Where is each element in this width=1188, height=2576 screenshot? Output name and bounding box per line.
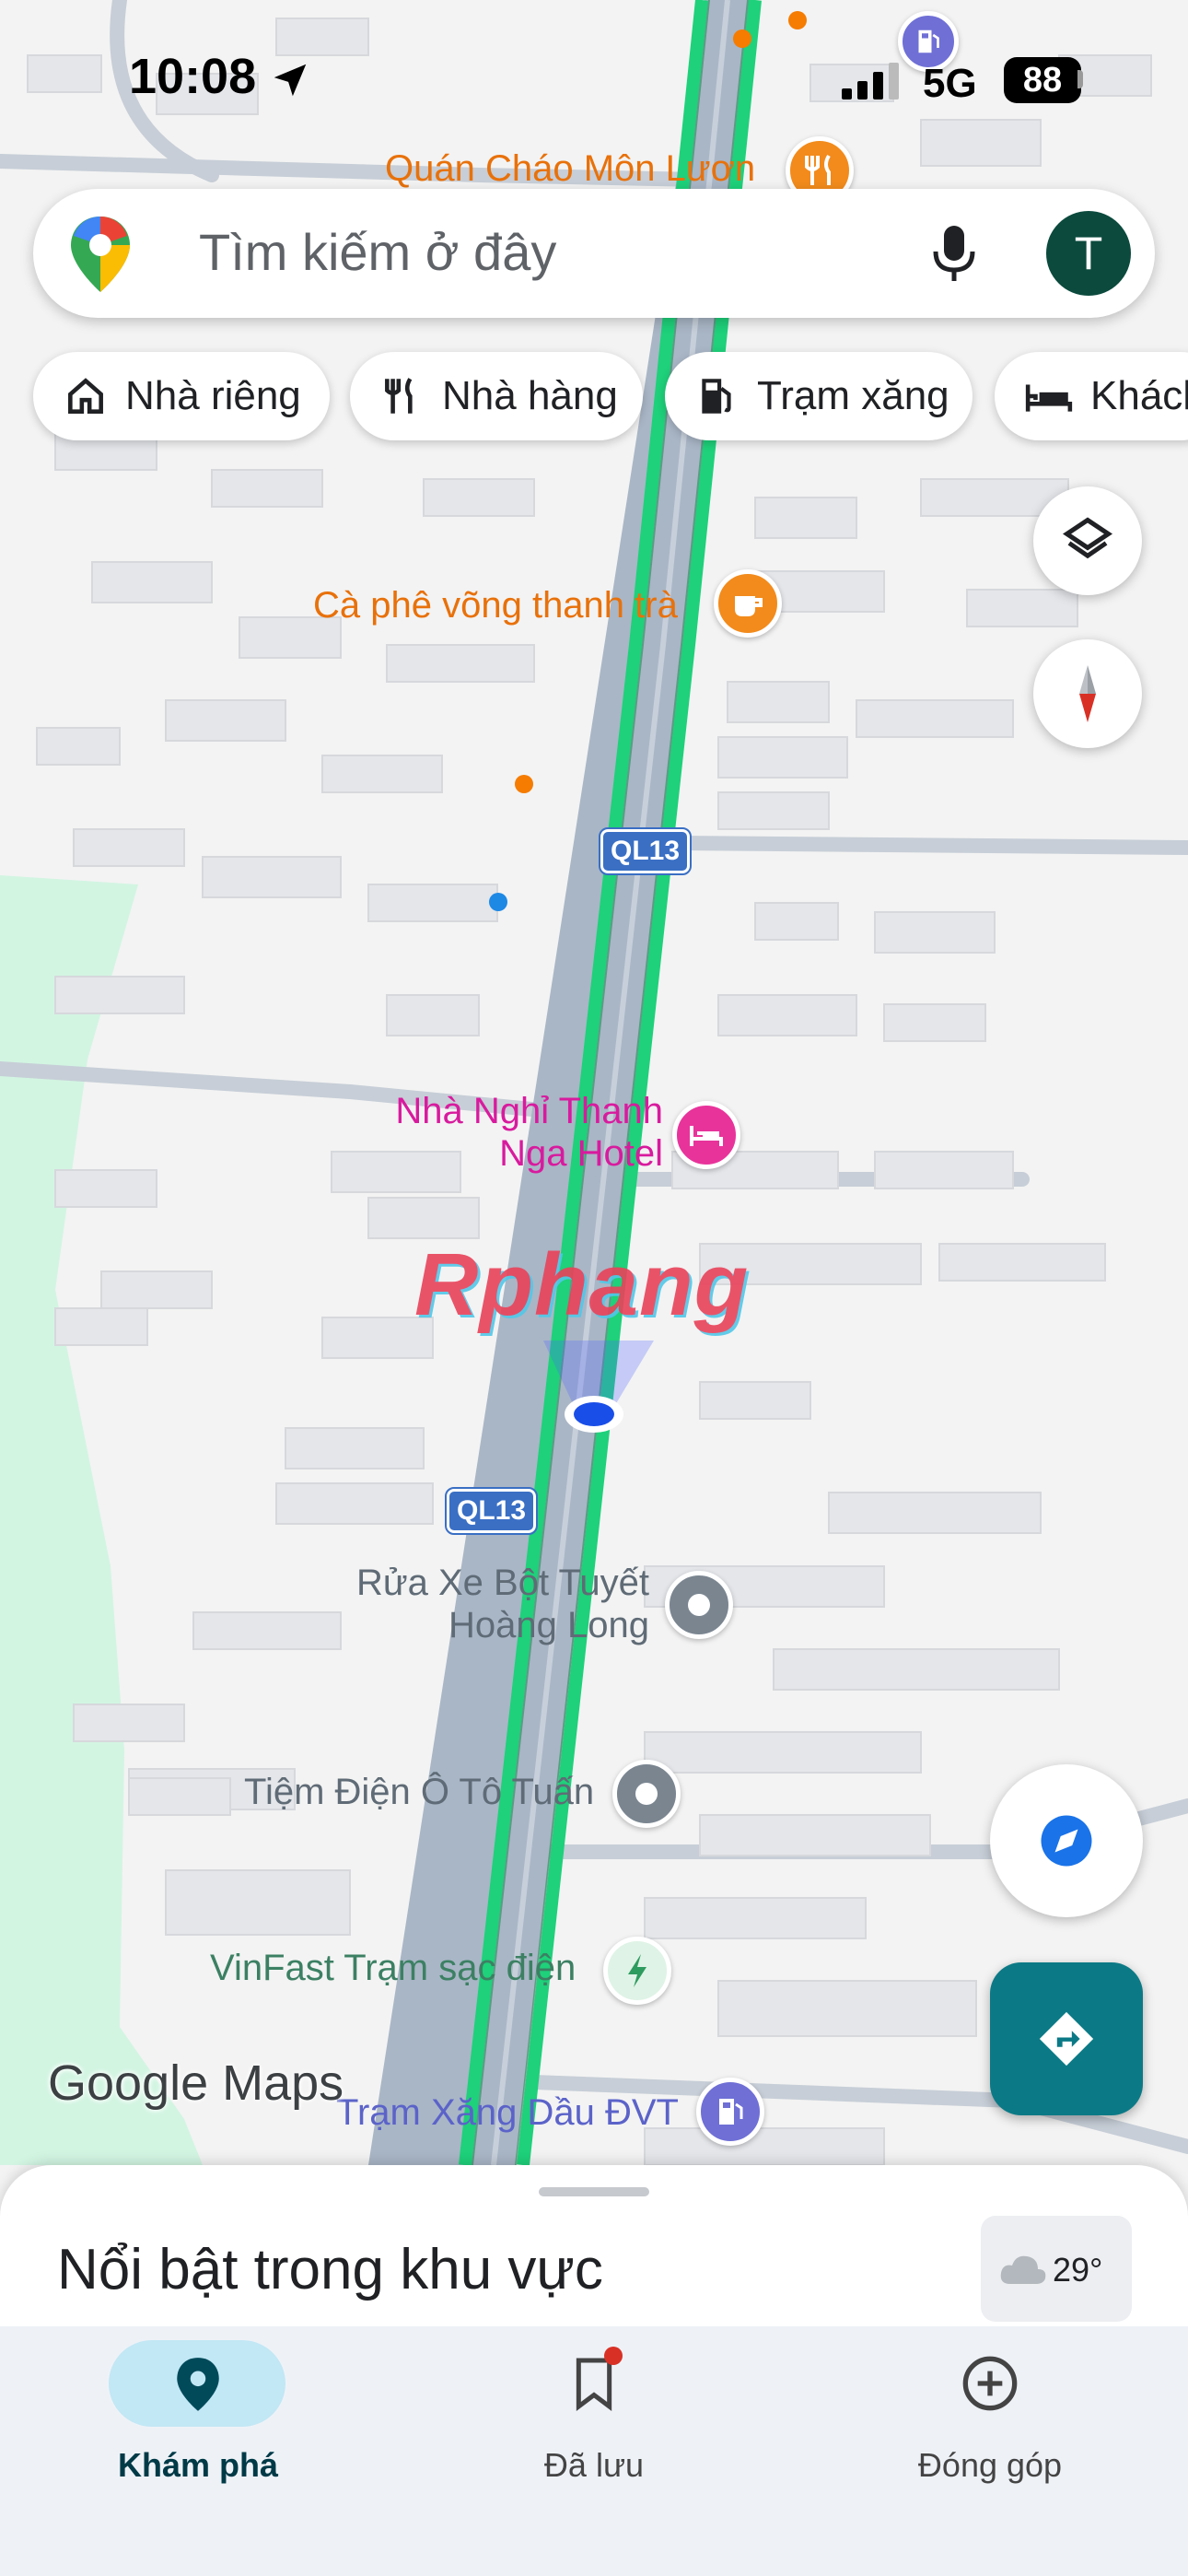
nav-explore[interactable]: Khám phá bbox=[0, 2326, 396, 2576]
restaurant-icon bbox=[385, 378, 413, 414]
sheet-title: Nổi bật trong khu vực bbox=[57, 2238, 603, 2301]
place-label-vinfast[interactable]: VinFast Trạm sạc điện bbox=[210, 1947, 576, 1989]
cafe-icon[interactable] bbox=[714, 569, 782, 638]
maps-screen: QL13 QL13 Quán Cháo Môn Lươn Cà phê võng… bbox=[0, 0, 1188, 2576]
recenter-button[interactable] bbox=[990, 1764, 1143, 1917]
nav-explore-label: Khám phá bbox=[117, 2446, 279, 2484]
microphone-icon[interactable] bbox=[928, 222, 980, 285]
signal-icon bbox=[842, 63, 899, 100]
battery-indicator: 88 bbox=[1004, 57, 1081, 103]
road-shield-ql13-top: QL13 bbox=[598, 827, 693, 875]
weather-badge[interactable]: 29° bbox=[981, 2216, 1132, 2322]
layers-icon bbox=[1062, 517, 1113, 559]
bottom-nav: Khám phá Đã lưu Đóng góp bbox=[0, 2326, 1188, 2576]
chip-restaurant[interactable]: Nhà hàng bbox=[350, 352, 643, 440]
chip-hotel[interactable]: Khách bbox=[995, 352, 1188, 440]
battery-level: 88 bbox=[1022, 61, 1063, 100]
maps-pin-logo-icon bbox=[71, 217, 130, 292]
pin-icon[interactable] bbox=[612, 1760, 681, 1828]
location-arrow-icon bbox=[274, 64, 307, 97]
sheet-handle[interactable] bbox=[539, 2187, 649, 2196]
avatar[interactable]: T bbox=[1046, 211, 1131, 296]
hotel-icon[interactable] bbox=[672, 1101, 740, 1169]
search-bar[interactable]: Tìm kiếm ở đây T bbox=[33, 189, 1155, 318]
nav-contribute[interactable]: Đóng góp bbox=[792, 2326, 1188, 2576]
charging-icon[interactable] bbox=[603, 1937, 671, 2005]
road-shield-ql13-bottom: QL13 bbox=[444, 1487, 539, 1535]
chip-home[interactable]: Nhà riêng bbox=[33, 352, 330, 440]
explore-pin-icon bbox=[177, 2358, 219, 2411]
home-icon bbox=[68, 378, 103, 414]
chip-home-label: Nhà riêng bbox=[125, 373, 301, 418]
chip-gas-station[interactable]: Trạm xăng bbox=[665, 352, 973, 440]
compass-button[interactable] bbox=[1033, 639, 1142, 748]
hotel-icon bbox=[1025, 384, 1073, 412]
place-label-rua-xe[interactable]: Rửa Xe Bột Tuyết Hoàng Long bbox=[350, 1562, 649, 1646]
notification-dot bbox=[604, 2347, 623, 2365]
status-time: 10:08 bbox=[129, 49, 257, 104]
weather-temp: 29° bbox=[1053, 2251, 1103, 2289]
compass-icon bbox=[1079, 665, 1096, 722]
watermark: Rphang bbox=[414, 1235, 750, 1334]
search-input[interactable]: Tìm kiếm ở đây bbox=[199, 222, 556, 282]
place-label-tiem-dien[interactable]: Tiệm Điện Ô Tô Tuấn bbox=[244, 1771, 594, 1813]
place-label-ca-phe[interactable]: Cà phê võng thanh trà bbox=[313, 584, 678, 626]
gas-station-icon[interactable] bbox=[696, 2078, 764, 2146]
nav-saved[interactable]: Đã lưu bbox=[396, 2326, 792, 2576]
layers-button[interactable] bbox=[1033, 486, 1142, 595]
chip-gas-station-label: Trạm xăng bbox=[757, 373, 949, 418]
directions-button[interactable] bbox=[990, 1962, 1143, 2115]
gas-station-icon bbox=[702, 379, 731, 414]
chip-hotel-label: Khách bbox=[1090, 373, 1188, 418]
directions-icon bbox=[1039, 2011, 1094, 2067]
add-circle-icon bbox=[962, 2356, 1018, 2411]
cloud-icon bbox=[1000, 2255, 1046, 2284]
place-label-quan-chao[interactable]: Quán Cháo Môn Lươn bbox=[385, 147, 755, 190]
pin-icon[interactable] bbox=[665, 1571, 733, 1639]
chip-restaurant-label: Nhà hàng bbox=[442, 373, 618, 418]
place-label-nha-nghi[interactable]: Nhà Nghỉ Thanh Nga Hotel bbox=[368, 1090, 663, 1175]
nav-contribute-label: Đóng góp bbox=[917, 2446, 1063, 2484]
place-label-tram-xang[interactable]: Trạm Xăng Dầu ĐVT bbox=[336, 2091, 679, 2134]
nav-saved-label: Đã lưu bbox=[543, 2446, 645, 2484]
google-maps-logo: Google Maps bbox=[48, 2055, 344, 2111]
navigation-arrow-icon bbox=[1041, 1815, 1092, 1867]
network-label: 5G bbox=[923, 61, 977, 106]
battery-tip bbox=[1077, 70, 1083, 88]
